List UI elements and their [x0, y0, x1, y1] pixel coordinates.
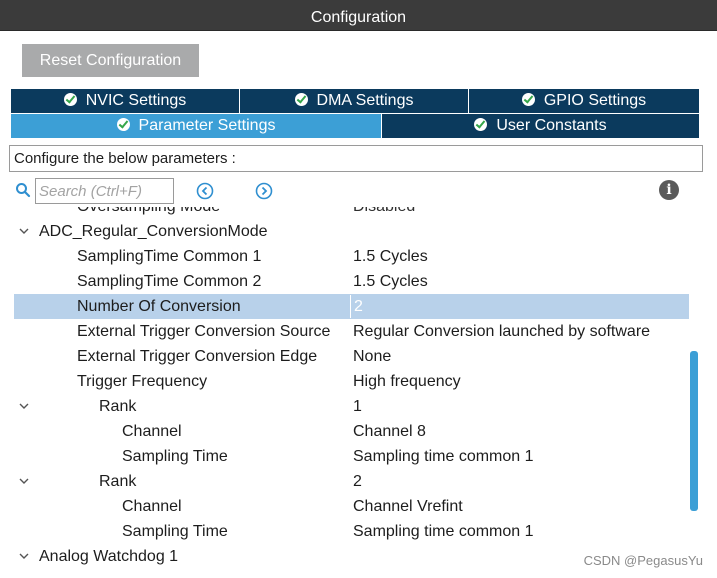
tab-label: Parameter Settings — [138, 117, 276, 134]
tree-rank-row[interactable]: Rank 2 — [14, 469, 689, 494]
tree-row[interactable]: Channel Channel 8 — [14, 419, 689, 444]
param-value: Disabled — [353, 207, 415, 219]
param-value: Channel 8 — [353, 423, 426, 440]
param-value: Sampling time common 1 — [353, 523, 534, 540]
param-name: Sampling Time — [122, 523, 228, 540]
group-label: ADC_Regular_ConversionMode — [39, 223, 268, 240]
reset-configuration-button[interactable]: Reset Configuration — [22, 44, 199, 77]
tree-row[interactable]: SamplingTime Common 2 1.5 Cycles — [14, 269, 689, 294]
param-value: Channel Vrefint — [353, 498, 463, 515]
tab-nvic-settings[interactable]: NVIC Settings — [11, 89, 239, 113]
tab-label: NVIC Settings — [85, 92, 187, 109]
arrow-right-circle-icon[interactable] — [255, 182, 273, 200]
param-value: High frequency — [353, 373, 461, 390]
check-circle-icon — [521, 93, 535, 106]
description-field: Configure the below parameters : — [9, 145, 703, 172]
parameter-tree: Oversampling Mode Disabled ADC_Regular_C… — [14, 207, 689, 574]
param-name: Number Of Conversion — [77, 298, 241, 315]
rank-value: 1 — [353, 398, 362, 415]
watermark: CSDN @PegasusYu — [583, 553, 703, 568]
check-circle-icon — [63, 93, 77, 106]
arrow-left-circle-icon[interactable] — [196, 182, 214, 200]
param-name: External Trigger Conversion Edge — [77, 348, 318, 365]
info-icon[interactable]: i — [659, 180, 679, 200]
chevron-down-icon[interactable] — [18, 400, 30, 412]
tree-row[interactable]: Sampling Time Sampling time common 1 — [14, 519, 689, 544]
tree-row[interactable]: Oversampling Mode Disabled — [14, 207, 689, 219]
param-name: Sampling Time — [122, 448, 228, 465]
param-name: Channel — [122, 423, 182, 440]
rank-value: 2 — [353, 473, 362, 490]
check-circle-icon — [474, 118, 488, 131]
window-title-bar: Configuration — [0, 0, 717, 31]
scrollbar-thumb[interactable] — [690, 351, 698, 511]
tree-rank-row[interactable]: Rank 1 — [14, 394, 689, 419]
tree-group-row[interactable]: ADC_Regular_ConversionMode — [14, 219, 689, 244]
param-name: SamplingTime Common 2 — [77, 273, 262, 290]
chevron-down-icon[interactable] — [18, 225, 30, 237]
tab-label: DMA Settings — [316, 92, 414, 109]
tree-row-selected[interactable]: Number Of Conversion 2 — [14, 294, 689, 319]
tree-row[interactable]: Trigger Frequency High frequency — [14, 369, 689, 394]
param-value: Regular Conversion launched by software — [353, 323, 651, 340]
tab-parameter-settings[interactable]: Parameter Settings — [11, 114, 381, 138]
check-circle-icon — [116, 118, 130, 131]
param-value: None — [353, 348, 392, 365]
param-name: Oversampling Mode — [77, 207, 220, 219]
param-name: Channel — [122, 498, 182, 515]
tab-dma-settings[interactable]: DMA Settings — [240, 89, 468, 113]
search-icon[interactable] — [15, 182, 31, 198]
param-value: 1.5 Cycles — [353, 248, 428, 265]
window-title: Configuration — [310, 9, 407, 26]
tab-gpio-settings[interactable]: GPIO Settings — [469, 89, 699, 113]
param-value: Sampling time common 1 — [353, 448, 534, 465]
tab-label: User Constants — [496, 117, 607, 134]
param-value-field[interactable]: 2 — [350, 295, 689, 318]
chevron-down-icon[interactable] — [18, 550, 30, 562]
param-name: SamplingTime Common 1 — [77, 248, 262, 265]
param-name: External Trigger Conversion Source — [77, 323, 331, 340]
group-label: Analog Watchdog 1 — [39, 548, 179, 565]
check-circle-icon — [294, 93, 308, 106]
tree-row[interactable]: SamplingTime Common 1 1.5 Cycles — [14, 244, 689, 269]
param-value: 1.5 Cycles — [353, 273, 428, 290]
tree-row[interactable]: Channel Channel Vrefint — [14, 494, 689, 519]
tab-user-constants[interactable]: User Constants — [382, 114, 699, 138]
tree-row[interactable]: External Trigger Conversion Source Regul… — [14, 319, 689, 344]
rank-label: Rank — [99, 473, 137, 490]
param-name: Trigger Frequency — [77, 373, 208, 390]
search-input[interactable] — [35, 178, 174, 204]
tree-row[interactable]: Sampling Time Sampling time common 1 — [14, 444, 689, 469]
tree-row[interactable]: External Trigger Conversion Edge None — [14, 344, 689, 369]
chevron-down-icon[interactable] — [18, 475, 30, 487]
tab-label: GPIO Settings — [543, 92, 647, 109]
rank-label: Rank — [99, 398, 137, 415]
